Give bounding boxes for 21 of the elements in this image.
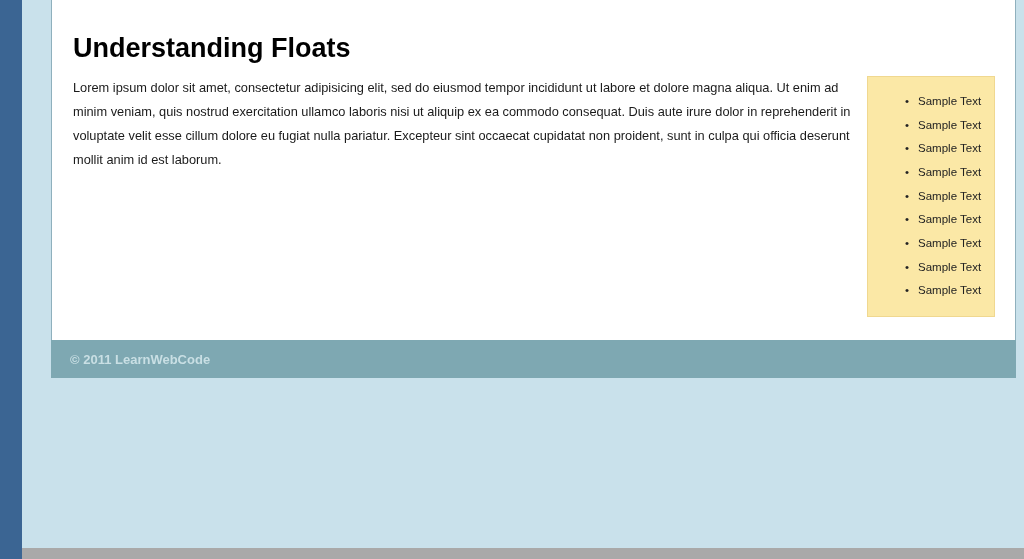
list-item: Sample Text xyxy=(918,164,982,179)
list-item: Sample Text xyxy=(918,283,982,298)
page-heading: Understanding Floats xyxy=(73,32,352,65)
list-item: Sample Text xyxy=(918,235,982,250)
list-item: Sample Text xyxy=(918,212,982,227)
bullet: • xyxy=(905,212,910,227)
bullet: • xyxy=(905,117,910,132)
list-item: Sample Text xyxy=(918,117,982,132)
body-paragraph: Lorem ipsum dolor sit amet, consectetur adipisicing elit, sed do eiusmod tempor incididunt ut labore et dolore magna aliqua. Ut enim ad minim veniam, quis nostrud exercitation ullamco laboris nisi ut aliquip ex ea commodo consequat. Duis aute irure dolor in reprehenderit in voluptate velit esse cillum dolore eu fugiat nulla pariatur. Excepteur sint occaecat cupidatat non proident, sunt in culpa qui officia deserunt mollit anim id est laborum. xyxy=(73,79,852,169)
bullet: • xyxy=(905,235,910,250)
bullet: • xyxy=(905,188,910,203)
footer-text: © 2011 LearnWebCode xyxy=(70,351,211,367)
bullet: • xyxy=(905,283,910,298)
list-item: Sample Text xyxy=(918,141,982,156)
list-item: Sample Text xyxy=(918,259,982,274)
list-item: Sample Text xyxy=(918,93,982,108)
bullet: • xyxy=(905,259,910,274)
bullet: • xyxy=(905,141,910,156)
list-item: Sample Text xyxy=(918,188,982,203)
bullet: • xyxy=(905,93,910,108)
bullet: • xyxy=(905,164,910,179)
